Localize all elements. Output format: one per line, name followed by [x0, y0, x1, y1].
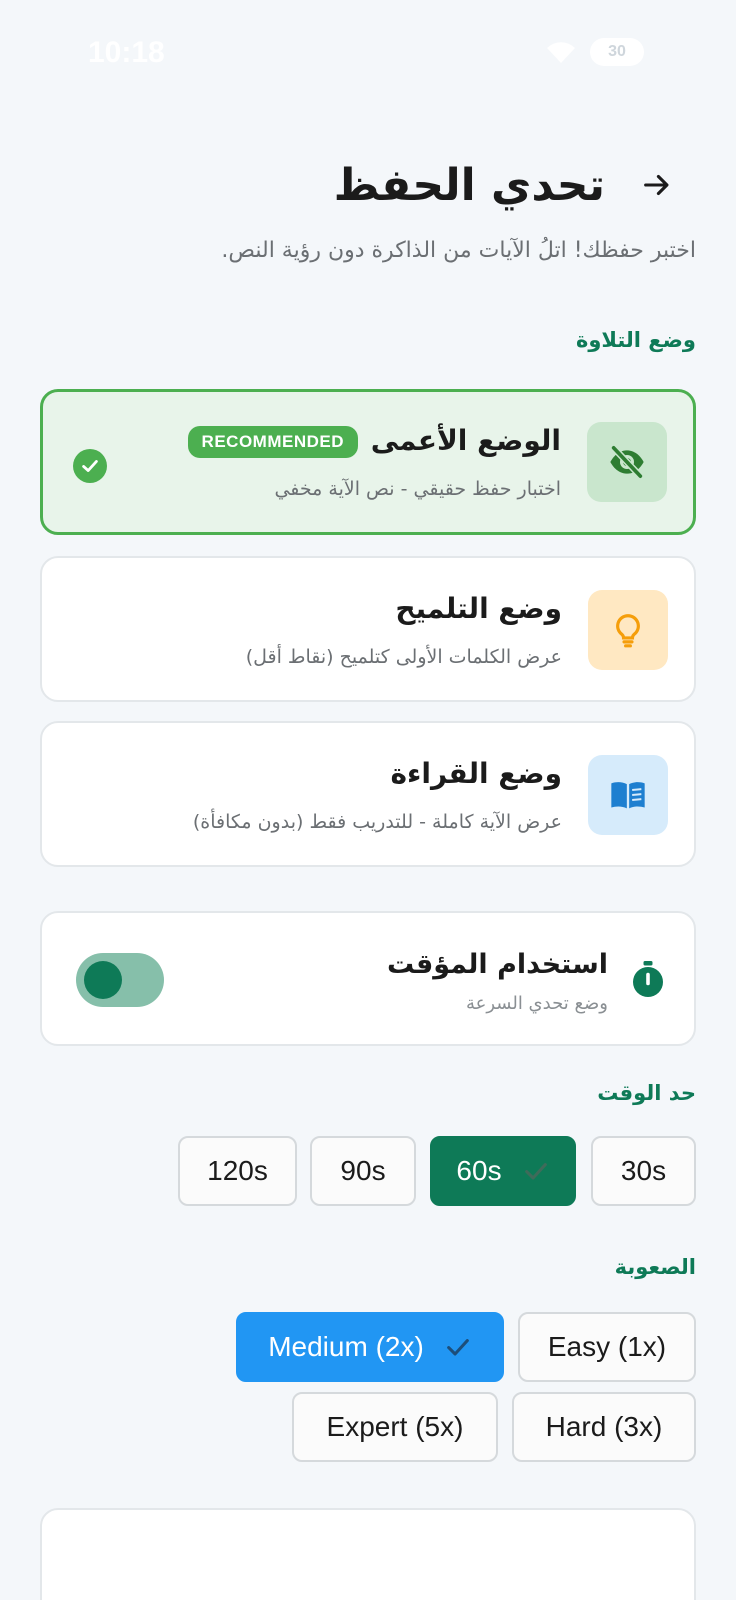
chip-label: 60s [456, 1155, 502, 1186]
mode-card-reading[interactable]: وضع القراءة عرض الآية كاملة - للتدريب فق… [40, 721, 696, 867]
recitation-mode-label: وضع التلاوة [575, 328, 696, 352]
chip-label: Hard (3x) [545, 1411, 663, 1442]
battery-level: 30 [608, 43, 626, 60]
bottom-card [40, 1508, 696, 1600]
time-option-120s[interactable]: 120s [178, 1136, 297, 1206]
wifi-icon [547, 42, 575, 63]
mode-icon-box [588, 590, 668, 670]
stopwatch-icon [633, 961, 663, 997]
chip-label: 30s [620, 1155, 667, 1186]
time-option-30s[interactable]: 30s [591, 1136, 696, 1206]
toggle-knob [84, 961, 122, 999]
mode-title: وضع التلميح [395, 592, 562, 625]
difficulty-option-medium[interactable]: Medium (2x) [236, 1312, 504, 1382]
chip-label: Expert (5x) [326, 1411, 464, 1442]
recommended-badge: RECOMMENDED [187, 426, 358, 458]
difficulty-option-expert[interactable]: Expert (5x) [292, 1392, 498, 1462]
difficulty-option-easy[interactable]: Easy (1x) [518, 1312, 696, 1382]
timer-description: وضع تحدي السرعة [465, 993, 608, 1014]
mode-icon-box [587, 422, 667, 502]
chip-label: 90s [340, 1155, 386, 1186]
chip-label: Medium (2x) [268, 1331, 424, 1362]
timer-card: استخدام المؤقت وضع تحدي السرعة [40, 911, 696, 1046]
page-subtitle: اختبر حفظك! اتلُ الآيات من الذاكرة دون ر… [221, 238, 696, 263]
timer-title: استخدام المؤقت [386, 949, 608, 980]
lightbulb-icon [616, 614, 640, 648]
book-icon [611, 782, 645, 809]
time-limit-label: حد الوقت [597, 1081, 696, 1105]
mode-card-blind[interactable]: الوضع الأعمى RECOMMENDED اختبار حفظ حقيق… [40, 389, 696, 535]
header: تحدي الحفظ [55, 150, 681, 220]
mode-icon-box [588, 755, 668, 835]
mode-description: عرض الآية كاملة - للتدريب فقط (بدون مكاف… [192, 811, 562, 833]
mode-description: اختبار حفظ حقيقي - نص الآية مخفي [274, 478, 561, 500]
status-time: 10:18 [88, 36, 165, 69]
page-title: تحدي الحفظ [333, 159, 605, 211]
time-option-60s[interactable]: 60s [430, 1136, 576, 1206]
selected-check-icon [73, 449, 107, 483]
check-icon [524, 1163, 547, 1180]
back-button[interactable] [633, 161, 681, 209]
status-icons: 30 [544, 38, 644, 66]
arrow-right-icon [644, 174, 669, 196]
time-option-90s[interactable]: 90s [310, 1136, 416, 1206]
mode-description: عرض الكلمات الأولى كتلميح (نقاط أقل) [245, 646, 562, 668]
battery-icon: 30 [590, 38, 644, 66]
chip-label: 120s [207, 1155, 268, 1186]
difficulty-option-hard[interactable]: Hard (3x) [512, 1392, 696, 1462]
mode-title: وضع القراءة [390, 757, 562, 790]
eye-off-icon [610, 444, 644, 480]
mode-title: الوضع الأعمى [370, 424, 561, 457]
status-bar: 10:18 30 [0, 32, 736, 76]
timer-toggle[interactable] [76, 953, 164, 1007]
memorization-challenge-screen: 10:18 30 تحدي الحفظ اختبر حفظك! اتلُ الآ… [0, 0, 736, 1600]
check-icon [446, 1339, 469, 1356]
difficulty-label: الصعوبة [614, 1255, 696, 1279]
chip-label: Easy (1x) [547, 1331, 667, 1362]
mode-card-hint[interactable]: وضع التلميح عرض الكلمات الأولى كتلميح (ن… [40, 556, 696, 702]
